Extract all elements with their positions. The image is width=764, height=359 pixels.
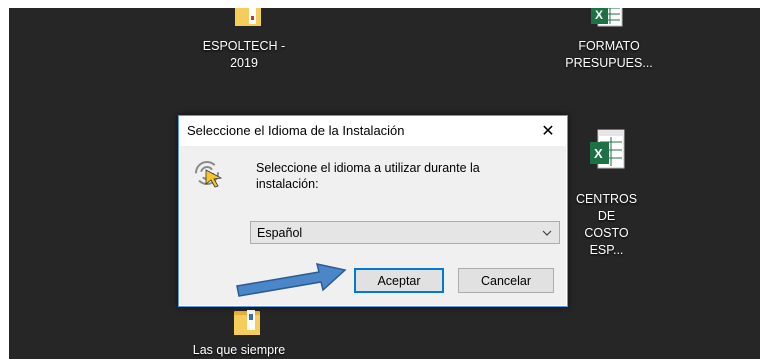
desktop-icon-centros[interactable]: CENTROS DE COSTO ESP... bbox=[569, 191, 644, 259]
chevron-down-icon bbox=[542, 230, 552, 236]
close-button[interactable]: ✕ bbox=[529, 116, 567, 146]
desktop-icon-label: PRESUPUES... bbox=[565, 56, 653, 70]
desktop-icon-label: ESPOLTECH - bbox=[202, 39, 286, 53]
desktop-icon-formato[interactable]: FORMATO PRESUPUES... bbox=[554, 38, 664, 72]
dialog-title: Seleccione el Idioma de la Instalación bbox=[187, 123, 405, 138]
desktop-icon-las-que-siempre[interactable]: Las que siempre bbox=[184, 342, 294, 359]
desktop-icon-label: Las que siempre bbox=[192, 343, 286, 357]
annotation-arrow-icon bbox=[236, 263, 347, 297]
desktop-icon-label: CENTROS DE bbox=[575, 192, 638, 223]
folder-icon[interactable] bbox=[232, 8, 264, 32]
accept-button[interactable]: Aceptar bbox=[354, 268, 444, 293]
language-select[interactable]: Español bbox=[250, 221, 560, 244]
dialog-prompt: Seleccione el idioma a utilizar durante … bbox=[256, 161, 480, 191]
dialog-titlebar[interactable]: Seleccione el Idioma de la Instalación ✕ bbox=[179, 116, 567, 146]
folder-icon[interactable] bbox=[231, 308, 263, 338]
language-select-value: Español bbox=[257, 226, 303, 240]
desktop-icon-label: FORMATO bbox=[578, 39, 640, 53]
desktop-icon-label: 2019 bbox=[230, 56, 258, 70]
excel-file-icon[interactable]: X bbox=[588, 8, 628, 28]
excel-file-icon[interactable]: X bbox=[588, 128, 628, 172]
desktop-icon-label: COSTO ESP... bbox=[584, 226, 629, 257]
installer-icon bbox=[194, 158, 224, 188]
svg-text:X: X bbox=[595, 8, 603, 22]
cancel-button[interactable]: Cancelar bbox=[458, 268, 554, 293]
svg-text:X: X bbox=[594, 146, 603, 161]
desktop-icon-espoltech[interactable]: ESPOLTECH - 2019 bbox=[189, 38, 299, 72]
close-icon: ✕ bbox=[541, 123, 555, 140]
